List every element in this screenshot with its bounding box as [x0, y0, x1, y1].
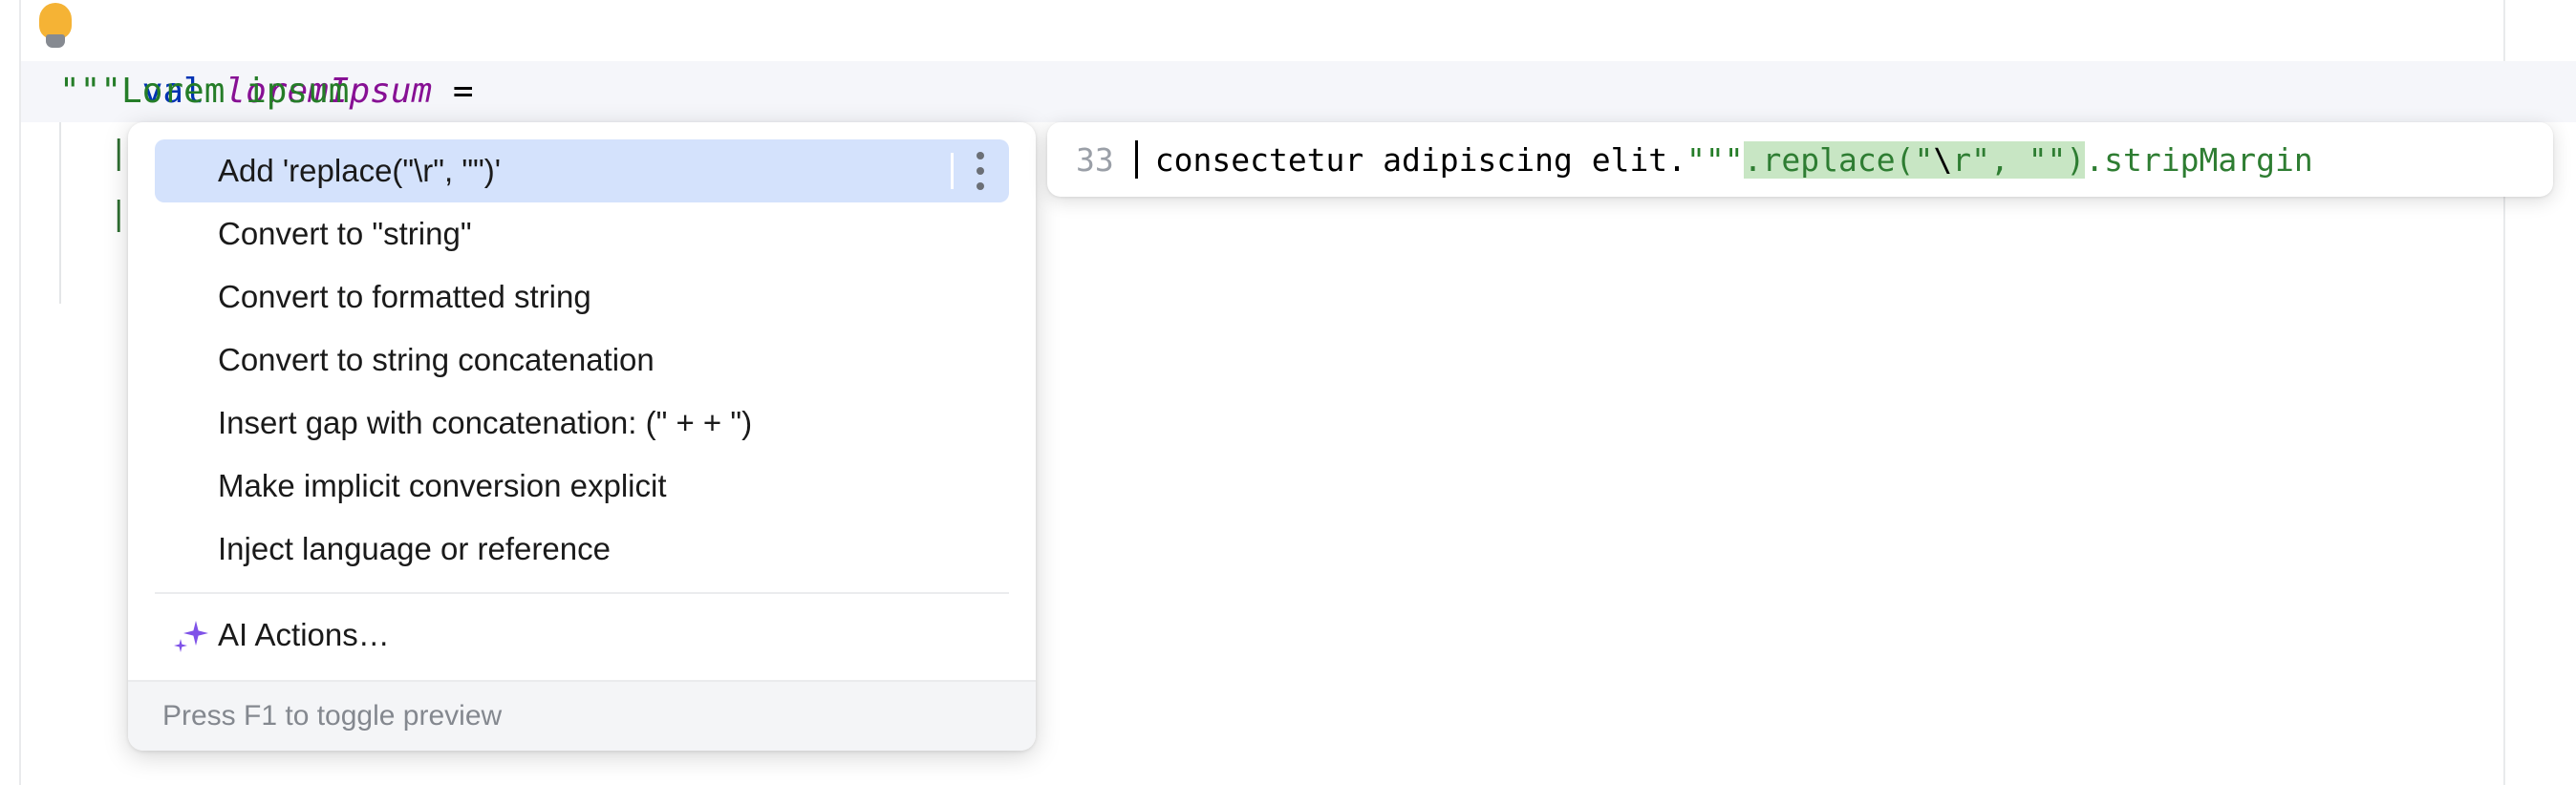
preview-code-after: stripMargin [2104, 140, 2313, 179]
menu-item-label: Inject language or reference [218, 531, 611, 566]
preview-inserted-call: replace(" [1762, 140, 1934, 179]
menu-item-make-implicit-conversion-explicit[interactable]: Make implicit conversion explicit [155, 455, 1009, 518]
menu-item-label: Convert to "string" [218, 216, 472, 251]
menu-item-label: Convert to formatted string [218, 279, 591, 314]
menu-item-label: Convert to string concatenation [218, 342, 655, 377]
ai-sparkle-icon [170, 615, 210, 655]
menu-item-add-replace[interactable]: Add 'replace("\r", "")' [155, 139, 1009, 202]
menu-item-convert-to-string-concatenation[interactable]: Convert to string concatenation [155, 329, 1009, 392]
menu-item-label: Insert gap with concatenation: (" + + ") [218, 405, 753, 440]
menu-item-label: Make implicit conversion explicit [218, 468, 667, 503]
code-line-margin-1[interactable]: | [109, 122, 128, 183]
intentions-list: Add 'replace("\r", "")' Convert to "stri… [128, 122, 1036, 680]
code-line-string-open[interactable]: """Lorem ipsum [59, 61, 349, 122]
kebab-menu-icon[interactable] [977, 152, 984, 190]
menu-item-convert-to-string[interactable]: Convert to "string" [155, 202, 1009, 265]
submenu-separator [951, 153, 954, 189]
menu-item-convert-to-formatted-string[interactable]: Convert to formatted string [155, 265, 1009, 329]
menu-item-label: AI Actions… [218, 617, 390, 652]
assign-operator: = [452, 72, 474, 111]
intentions-popup[interactable]: Add 'replace("\r", "")' Convert to "stri… [128, 122, 1036, 751]
menu-item-insert-gap-with-concatenation[interactable]: Insert gap with concatenation: (" + + ") [155, 392, 1009, 455]
preview-dot-after: . [2085, 140, 2105, 179]
lightbulb-icon[interactable] [34, 3, 76, 51]
preview-escape-char: \ [1933, 140, 1953, 179]
code-line-margin-2[interactable]: | [109, 183, 128, 244]
footer-hint-text: Press F1 to toggle preview [162, 700, 503, 732]
menu-item-inject-language-or-reference[interactable]: Inject language or reference [155, 518, 1009, 581]
menu-item-ai-actions[interactable]: AI Actions… [155, 604, 1009, 667]
preview-line-number: 33 [1076, 140, 1114, 179]
preview-caret [1134, 140, 1138, 179]
menu-item-label: Add 'replace("\r", "")' [218, 153, 502, 188]
code-line-declaration[interactable]: val loremIpsum = [59, 0, 474, 111]
intention-preview-panel: 33 consectetur adipiscing elit. """. repla… [1047, 122, 2553, 197]
preview-inserted-tail: r", "") [1952, 140, 2086, 179]
preview-triple-quote-close: """ [1686, 140, 1744, 179]
preview-code-before: consectetur adipiscing elit. [1154, 140, 1687, 179]
popup-footer-hint: Press F1 to toggle preview [128, 680, 1036, 751]
lightbulb-base [46, 34, 65, 48]
menu-divider [155, 592, 1009, 594]
preview-inserted-dot: . [1743, 140, 1763, 179]
